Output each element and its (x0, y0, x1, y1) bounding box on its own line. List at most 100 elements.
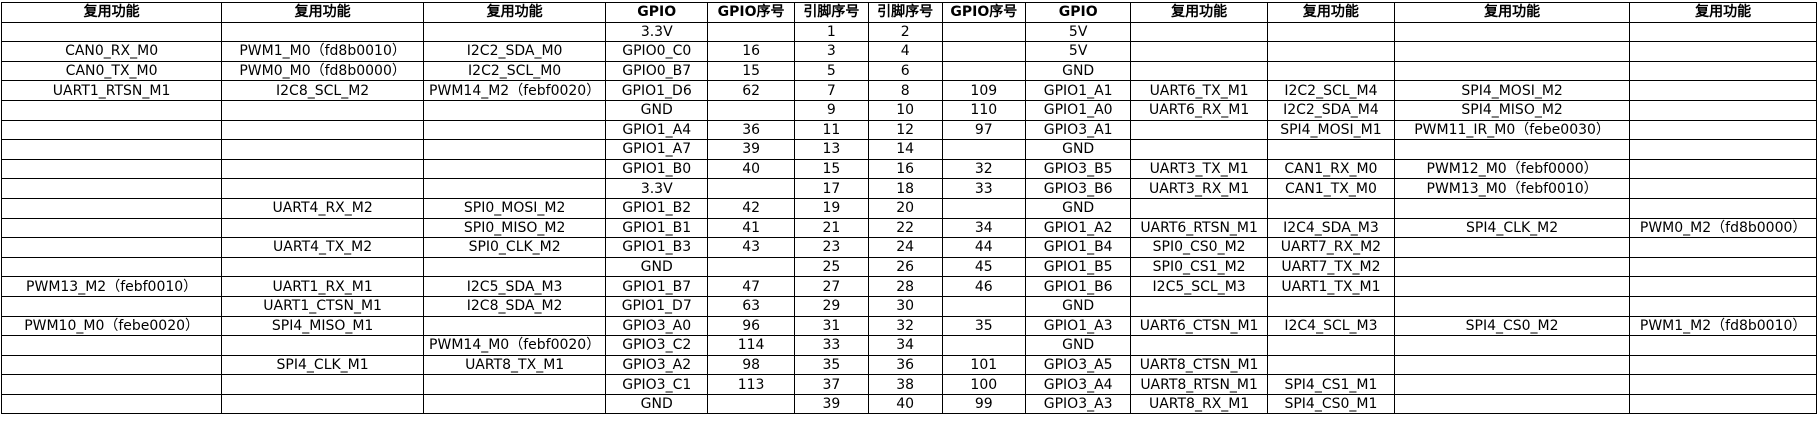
table-cell: 15 (707, 60, 795, 82)
table-cell (221, 99, 424, 121)
table-cell: GPIO0_B7 (605, 60, 709, 82)
table-cell: 9 (794, 99, 869, 121)
table-row: 3.3V 17 18 33 GPIO3_B6 UART3_RX_M1 CAN1_TX_M0 P… (0, 178, 1817, 199)
table-cell: GND (1025, 197, 1132, 219)
table-cell (941, 60, 1027, 82)
table-cell: GND (1025, 335, 1132, 356)
table-cell: I2C2_SDA_M0 (422, 41, 607, 62)
table-cell (221, 139, 424, 160)
table-cell: 24 (867, 237, 943, 258)
table-cell (1629, 119, 1817, 141)
table-cell: SPI4_MISO_M2 (1393, 99, 1631, 121)
table-cell: PWM14_M0（febf0020） (422, 335, 607, 356)
table-cell: GPIO1_B3 (605, 237, 709, 258)
table-row: CAN0_TX_M0 PWM0_M0（fd8b0000） I2C2_SCL_M0 GP… (0, 60, 1817, 82)
table-cell (1629, 21, 1817, 43)
table-row: UART1_RTSN_M1 I2C8_SCL_M2 PWM14_M2（febf002… (0, 80, 1817, 101)
table-cell: UART8_TX_M1 (422, 354, 607, 376)
table-row: GPIO1_B0 40 15 16 32 GPIO3_B5 UART3_TX_M1 CAN1_… (0, 158, 1817, 180)
table-cell (1393, 276, 1631, 297)
table-cell (707, 178, 795, 199)
table-cell: SPI4_CS0_M1 (1266, 393, 1395, 415)
table-cell: I2C2_SCL_M0 (422, 60, 607, 82)
table-cell (707, 256, 795, 278)
table-cell (1629, 374, 1817, 395)
table-cell (0, 158, 223, 180)
table-cell (0, 374, 223, 395)
table-cell: SPI0_CLK_M2 (422, 237, 607, 258)
header-cell: GPIO序号 (941, 2, 1027, 23)
table-cell (1629, 237, 1817, 258)
table-cell: 32 (941, 158, 1027, 180)
table-cell: SPI4_CS1_M1 (1266, 374, 1395, 395)
table-cell: 41 (707, 217, 795, 239)
table-row: GND 39 40 99 GPIO3_A3 UART8_RX_M1 SPI4_CS0_M1 (0, 393, 1817, 415)
table-cell: 33 (941, 178, 1027, 199)
table-row: SPI0_MISO_M2 GPIO1_B1 41 21 22 34 GPIO1_A2 UART… (0, 217, 1817, 239)
table-cell (0, 21, 223, 43)
table-cell: GPIO1_B4 (1025, 237, 1132, 258)
table-cell (1130, 21, 1268, 43)
table-cell: GPIO3_A3 (1025, 393, 1132, 415)
table-cell: 29 (794, 295, 869, 317)
header-cell: GPIO (605, 2, 709, 23)
table-cell (1266, 139, 1395, 160)
table-cell (1393, 197, 1631, 219)
table-cell (1130, 197, 1268, 219)
table-row: GPIO1_A7 39 13 14 GND (0, 139, 1817, 160)
table-cell: GND (605, 99, 709, 121)
table-cell: GPIO1_B5 (1025, 256, 1132, 278)
table-cell: 100 (941, 374, 1027, 395)
header-cell: 复用功能 (1393, 2, 1631, 23)
table-cell (221, 374, 424, 395)
table-cell: 109 (941, 80, 1027, 101)
header-row: 复用功能 复用功能 复用功能 GPIO GPIO序号 引脚序号 引脚序号 GPI… (0, 2, 1817, 23)
table-cell (422, 256, 607, 278)
table-row: UART1_CTSN_M1 I2C8_SDA_M2 GPIO1_D7 63 29 30 GN… (0, 295, 1817, 317)
table-row: GPIO1_A4 36 11 12 97 GPIO3_A1 SPI4_MOSI_M1 PWM1… (0, 119, 1817, 141)
table-cell: UART6_RTSN_M1 (1130, 217, 1268, 239)
table-cell: UART1_RX_M1 (221, 276, 424, 297)
table-cell: 40 (867, 393, 943, 415)
table-cell: 37 (794, 374, 869, 395)
table-cell (1629, 354, 1817, 376)
pin-table: 复用功能 复用功能 复用功能 GPIO GPIO序号 引脚序号 引脚序号 GPI… (0, 2, 1817, 415)
table-cell: PWM12_M0（febf0000） (1393, 158, 1631, 180)
table-cell (1130, 335, 1268, 356)
table-cell (422, 178, 607, 199)
table-cell: 14 (867, 139, 943, 160)
table-cell: 113 (707, 374, 795, 395)
table-cell: 32 (867, 315, 943, 337)
table-cell: 5V (1025, 21, 1132, 43)
table-cell: 33 (794, 335, 869, 356)
table-cell: UART3_RX_M1 (1130, 178, 1268, 199)
table-cell: 101 (941, 354, 1027, 376)
table-cell (1266, 354, 1395, 376)
table-cell: 3.3V (605, 178, 709, 199)
table-cell (422, 21, 607, 43)
table-cell: I2C5_SCL_M3 (1130, 276, 1268, 297)
table-cell (221, 119, 424, 141)
table-cell: 15 (794, 158, 869, 180)
table-cell: PWM13_M2（febf0010） (0, 276, 223, 297)
table-cell (707, 21, 795, 43)
table-cell (0, 295, 223, 317)
table-cell (1130, 295, 1268, 317)
table-cell: UART8_RTSN_M1 (1130, 374, 1268, 395)
table-cell: 3 (794, 41, 869, 62)
table-cell (1393, 374, 1631, 395)
table-cell: 30 (867, 295, 943, 317)
table-cell (0, 256, 223, 278)
table-row: PWM10_M0（febe0020） SPI4_MISO_M1 GPIO3_A0 96… (0, 315, 1817, 337)
table-row: PWM14_M0（febf0020） GPIO3_C2 114 33 34 GND (0, 335, 1817, 356)
table-cell (422, 393, 607, 415)
table-cell: 45 (941, 256, 1027, 278)
table-cell: I2C2_SDA_M4 (1266, 99, 1395, 121)
table-cell (941, 21, 1027, 43)
table-cell: 16 (707, 41, 795, 62)
table-cell: 18 (867, 178, 943, 199)
table-cell: 35 (941, 315, 1027, 337)
table-body: 3.3V 1 2 5V CAN0_RX_M0 PWM1_M0（fd8b0010） I2C2_… (0, 21, 1817, 415)
table-cell (1629, 80, 1817, 101)
table-cell (1629, 99, 1817, 121)
